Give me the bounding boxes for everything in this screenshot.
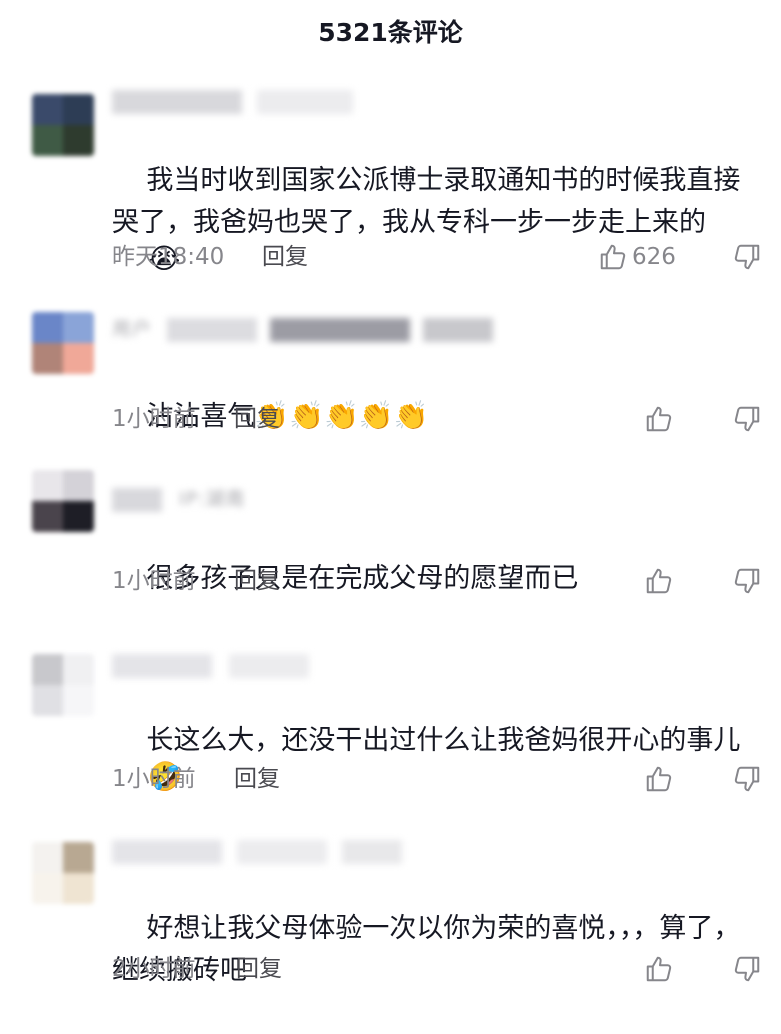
comment-count-title: 5321条评论 <box>318 18 463 47</box>
thumbs-down-icon[interactable] <box>732 566 762 596</box>
avatar[interactable] <box>32 654 94 716</box>
avatar[interactable] <box>32 94 94 156</box>
thumbs-down-icon[interactable] <box>732 954 762 984</box>
comment-time: 2小时前 <box>112 956 196 982</box>
username-blurred[interactable] <box>112 654 310 678</box>
reply-button[interactable]: 回复 <box>262 240 308 274</box>
thumbs-up-icon <box>646 406 672 432</box>
comment-time: 1小时前 <box>112 766 196 792</box>
avatar[interactable] <box>32 470 94 532</box>
thumbs-up-icon <box>646 956 672 982</box>
avatar[interactable] <box>32 312 94 374</box>
like-button[interactable] <box>644 764 674 794</box>
reply-button[interactable]: 回复 <box>234 402 280 436</box>
like-button[interactable] <box>644 404 674 434</box>
thumbs-down-icon[interactable] <box>732 404 762 434</box>
username-blurred[interactable] <box>112 840 403 864</box>
comment-footer: 1小时前 回复 <box>112 402 760 436</box>
comment-time: 1小时前 <box>112 406 196 432</box>
thumbs-down-icon[interactable] <box>732 242 762 272</box>
comment-text: 好想让我父母体验一次以你为荣的喜悦，，，算了，继续搬砖吧 <box>112 913 741 986</box>
comment-footer: 昨天18:40 回复 626 <box>112 240 760 274</box>
like-button[interactable] <box>644 566 674 596</box>
comment-item: 用户 沾沾喜气👏👏👏👏👏 1小时前 回复 <box>0 310 781 450</box>
reply-button[interactable]: 回复 <box>236 952 282 986</box>
like-button[interactable] <box>644 954 674 984</box>
reply-button[interactable]: 回复 <box>234 762 280 796</box>
reply-button[interactable]: 回复 <box>234 564 280 598</box>
comment-item: 长这么大，还没干出过什么让我爸妈很开心的事儿 🤣 1小时前 回复 <box>0 652 781 802</box>
comment-time: 昨天18:40 <box>112 244 225 270</box>
like-count: 626 <box>632 244 676 270</box>
comment-item: 好想让我父母体验一次以你为荣的喜悦，，，算了，继续搬砖吧 2小时前 回复 <box>0 838 781 998</box>
username-blurred[interactable] <box>112 90 354 114</box>
thumbs-up-icon <box>600 244 626 270</box>
like-button[interactable]: 626 <box>598 242 676 272</box>
comment-footer: 1小时前 回复 <box>112 564 760 598</box>
username-blurred[interactable]: 用户 <box>112 314 494 342</box>
thumbs-up-icon <box>646 568 672 594</box>
thumbs-down-icon[interactable] <box>732 764 762 794</box>
comment-item: 我当时收到国家公派博士录取通知书的时候我直接哭了，我爸妈也哭了，我从专科一步一步… <box>0 90 781 290</box>
comment-time: 1小时前 <box>112 568 196 594</box>
avatar[interactable] <box>32 842 94 904</box>
comment-footer: 2小时前 回复 <box>112 952 760 986</box>
comment-footer: 1小时前 回复 <box>112 762 760 796</box>
thumbs-up-icon <box>646 766 672 792</box>
username-blurred[interactable]: IP:湖南 <box>112 484 246 512</box>
comment-item: IP:湖南 很多孩子只是在完成父母的愿望而已 1小时前 回复 <box>0 468 781 608</box>
